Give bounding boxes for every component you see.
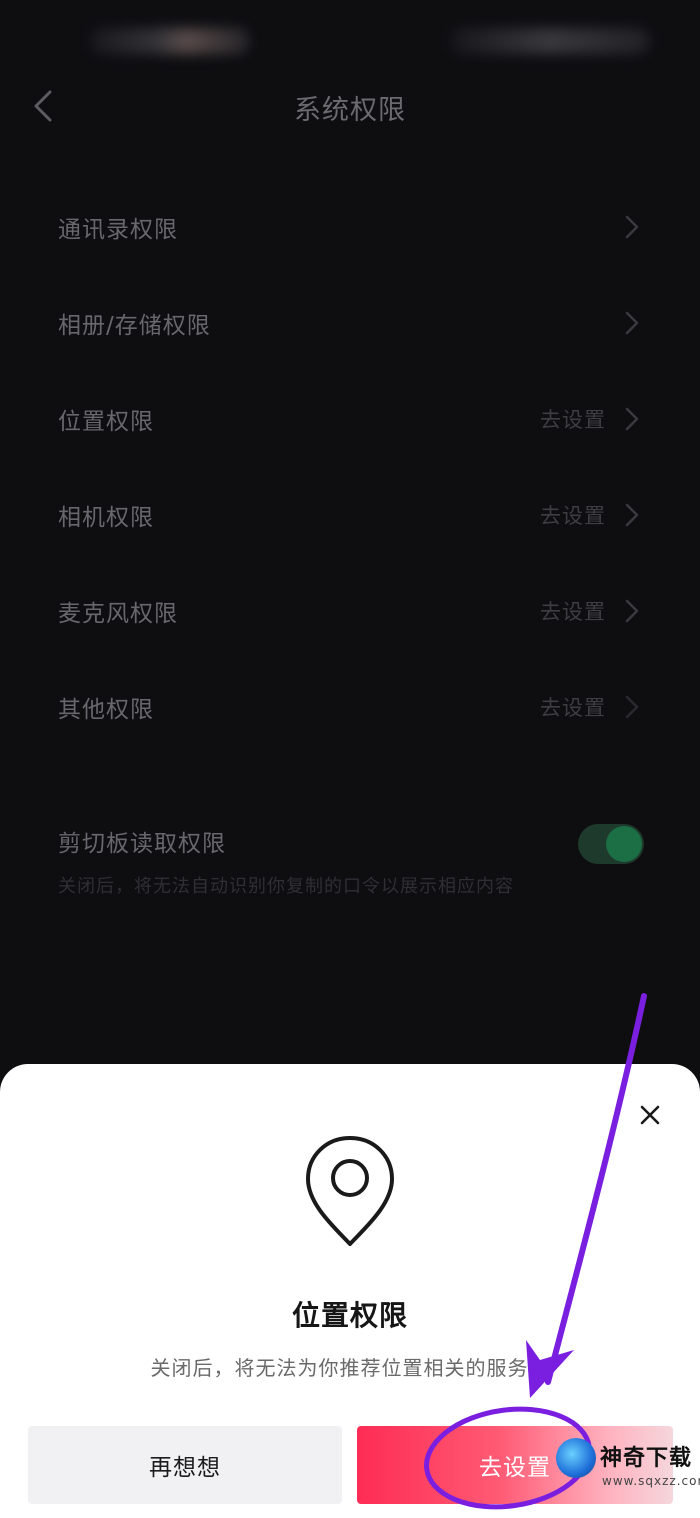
permission-action: 去设置 [540,408,606,432]
sheet-description: 关闭后，将无法为你推荐位置相关的服务。 [150,1356,550,1380]
permission-row-microphone[interactable]: 麦克风权限 去设置 [0,562,700,658]
page-title: 系统权限 [294,95,406,126]
cancel-button[interactable]: 再想想 [28,1426,342,1504]
permission-action: 去设置 [540,600,606,624]
permission-label: 位置权限 [58,409,154,435]
sheet-title: 位置权限 [291,1299,408,1332]
status-bar-left-blurred [90,28,250,54]
permission-row-location[interactable]: 位置权限 去设置 [0,370,700,466]
permission-row-other[interactable]: 其他权限 去设置 [0,658,700,754]
location-pin-icon [306,1136,394,1246]
permission-label: 相册/存储权限 [58,313,211,339]
permission-label: 其他权限 [58,697,154,723]
toggle-knob [606,826,642,862]
watermark-logo-icon [556,1438,596,1478]
permission-row-album-storage[interactable]: 相册/存储权限 [0,274,700,370]
chevron-right-icon [625,503,639,527]
permission-label: 通讯录权限 [58,217,178,243]
site-watermark: 神奇下载 www.sqxzz.com [556,1432,700,1504]
chevron-right-icon [625,407,639,431]
chevron-right-icon [625,311,639,335]
permission-action: 去设置 [540,696,606,720]
clipboard-permission-label: 剪切板读取权限 [58,831,226,857]
watermark-name: 神奇下载 [600,1446,693,1471]
chevron-right-icon [625,215,639,239]
clipboard-permission-description: 关闭后，将无法自动识别你复制的口令以展示相应内容 [58,876,514,897]
status-bar-right-blurred [450,28,650,54]
permission-action: 去设置 [540,504,606,528]
clipboard-toggle[interactable] [578,824,644,864]
permission-row-camera[interactable]: 相机权限 去设置 [0,466,700,562]
chevron-right-icon [625,599,639,623]
chevron-right-icon [625,695,639,719]
status-bar [0,0,700,80]
close-icon[interactable] [628,1093,672,1137]
clipboard-permission-row: 剪切板读取权限 关闭后，将无法自动识别你复制的口令以展示相应内容 [0,810,700,910]
permission-list: 通讯录权限 相册/存储权限 位置权限 去设置 相机权限 去设置 麦克风权限 去设… [0,178,700,754]
permission-label: 相机权限 [58,505,154,531]
permission-row-contacts[interactable]: 通讯录权限 [0,178,700,274]
watermark-url: www.sqxzz.com [602,1474,700,1488]
permission-label: 麦克风权限 [58,601,178,627]
navigation-bar: 系统权限 [0,74,700,138]
